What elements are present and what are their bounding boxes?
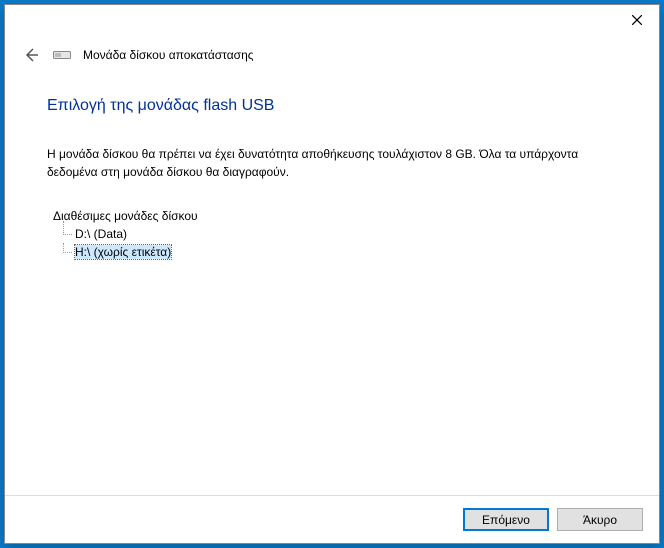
content-area: Επιλογή της μονάδας flash USB Η μονάδα δ…	[5, 71, 659, 495]
wizard-window: Μονάδα δίσκου αποκατάστασης Επιλογή της …	[4, 4, 660, 544]
disk-icon	[53, 49, 71, 61]
header-row: Μονάδα δίσκου αποκατάστασης	[5, 45, 659, 71]
drive-item[interactable]: D:\ (Data)	[63, 225, 617, 243]
drives-label: Διαθέσιμες μονάδες δίσκου	[47, 209, 617, 223]
page-heading: Επιλογή της μονάδας flash USB	[47, 97, 617, 115]
wizard-title: Μονάδα δίσκου αποκατάστασης	[83, 48, 254, 62]
drive-item-label: D:\ (Data)	[75, 227, 127, 241]
back-button[interactable]	[21, 45, 41, 65]
drive-item-label: H:\ (χωρίς ετικέτα)	[75, 245, 171, 259]
cancel-button[interactable]: Άκυρο	[557, 508, 643, 531]
drives-list: D:\ (Data) H:\ (χωρίς ετικέτα)	[47, 225, 617, 261]
footer: Επόμενο Άκυρο	[5, 495, 659, 543]
drive-item[interactable]: H:\ (χωρίς ετικέτα)	[63, 243, 617, 261]
back-arrow-icon	[22, 46, 40, 64]
close-button[interactable]	[614, 5, 659, 35]
titlebar	[5, 5, 659, 35]
close-icon	[632, 15, 642, 25]
warning-text: Η μονάδα δίσκου θα πρέπει να έχει δυνατό…	[47, 145, 617, 181]
next-button[interactable]: Επόμενο	[463, 508, 549, 531]
